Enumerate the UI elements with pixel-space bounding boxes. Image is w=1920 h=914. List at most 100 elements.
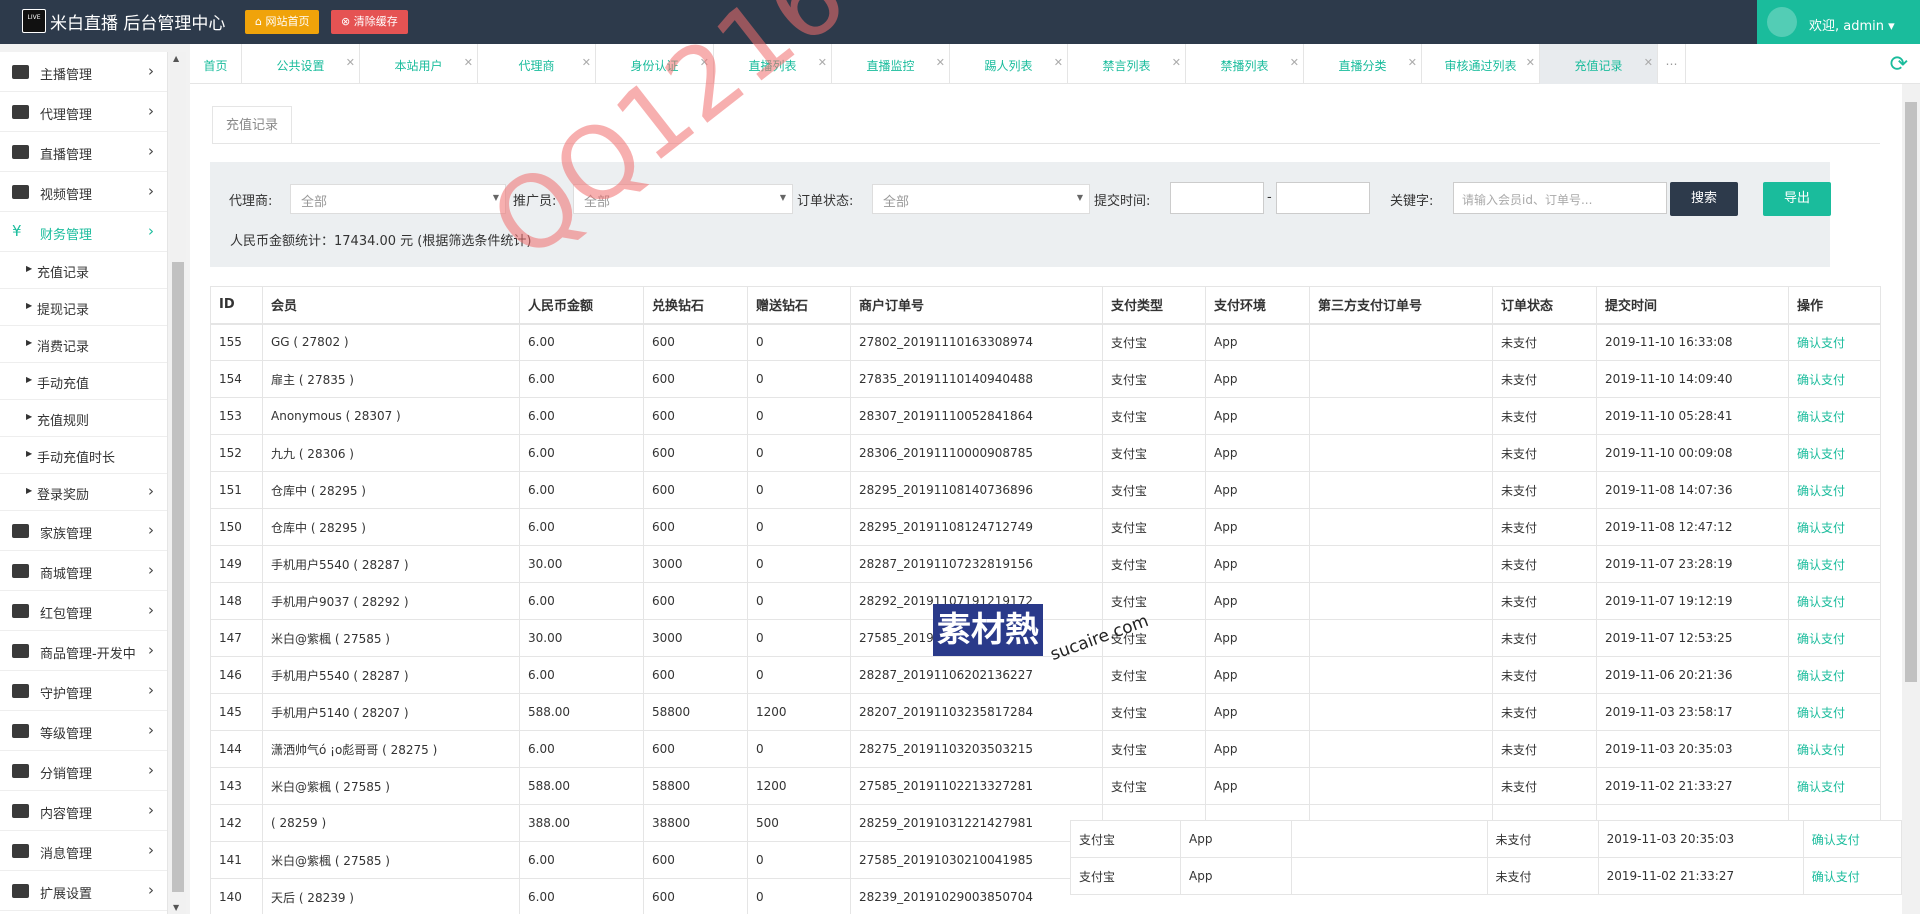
sidebar-subitem-recharge-rules[interactable]: ▶ 充值规则	[0, 400, 167, 437]
scroll-down-icon[interactable]: ▼	[173, 903, 179, 912]
sidebar-item-extend[interactable]: 扩展设置 ›	[0, 871, 167, 911]
close-icon[interactable]: ✕	[700, 56, 709, 69]
close-icon[interactable]: ✕	[1172, 56, 1181, 69]
sidebar-subitem-label: 手动充值时长	[37, 451, 116, 466]
confirm-payment-link[interactable]: 确认支付	[1788, 397, 1881, 435]
sidebar-item-family[interactable]: 家族管理 ›	[0, 511, 167, 551]
sidebar-item-goods[interactable]: 商品管理-开发中 ›	[0, 631, 167, 671]
sidebar-item-message[interactable]: 消息管理 ›	[0, 831, 167, 871]
tab-live-monitor[interactable]: 直播监控 ✕	[832, 44, 950, 84]
inner-tab-recharge-record[interactable]: 充值记录	[212, 106, 292, 144]
close-icon[interactable]: ✕	[1408, 56, 1417, 69]
keyword-input[interactable]: 请输入会员id、订单号...	[1453, 182, 1667, 214]
search-button[interactable]: 搜索	[1670, 182, 1738, 216]
promoter-select[interactable]: 全部 ▼	[573, 184, 793, 214]
sidebar-item-redpacket[interactable]: 红包管理 ›	[0, 591, 167, 631]
sidebar-item-finance[interactable]: ¥ 财务管理 ›	[0, 212, 167, 252]
table-cell: 未支付	[1492, 693, 1597, 731]
close-icon[interactable]: ✕	[818, 56, 827, 69]
tab-mute-list[interactable]: 禁言列表 ✕	[1068, 44, 1186, 84]
end-date-input[interactable]	[1276, 182, 1370, 214]
table-cell: 2019-11-03 20:35:03	[1596, 730, 1789, 768]
confirm-payment-link[interactable]: 确认支付	[1802, 820, 1903, 858]
tab-kick-list[interactable]: 踢人列表 ✕	[950, 44, 1068, 84]
close-icon[interactable]: ✕	[346, 56, 355, 69]
close-icon[interactable]: ✕	[936, 56, 945, 69]
table-cell: 手机用户5540 ( 28287 )	[262, 545, 520, 583]
export-button[interactable]: 导出	[1763, 182, 1831, 216]
close-icon[interactable]: ✕	[1644, 56, 1653, 69]
close-icon[interactable]: ✕	[1290, 56, 1299, 69]
confirm-payment-link[interactable]: 确认支付	[1788, 656, 1881, 694]
tab-live-list[interactable]: 直播列表 ✕	[714, 44, 832, 84]
confirm-payment-link[interactable]: 确认支付	[1788, 693, 1881, 731]
table-cell: 588.00	[519, 767, 644, 805]
confirm-payment-link[interactable]: 确认支付	[1788, 619, 1881, 657]
confirm-payment-link[interactable]: 确认支付	[1788, 582, 1881, 620]
table-cell: 154	[210, 360, 263, 398]
home-button[interactable]: ⌂ 网站首页	[245, 10, 320, 34]
tab-live-category[interactable]: 直播分类 ✕	[1304, 44, 1422, 84]
sidebar-item-guard[interactable]: 守护管理 ›	[0, 671, 167, 711]
agent-select[interactable]: 全部 ▼	[290, 184, 506, 214]
scroll-up-icon[interactable]: ▲	[173, 54, 179, 63]
close-icon[interactable]: ✕	[582, 56, 591, 69]
sidebar-item-content[interactable]: 内容管理 ›	[0, 791, 167, 831]
sitemap-icon	[12, 764, 29, 778]
confirm-payment-link[interactable]: 确认支付	[1788, 471, 1881, 509]
confirm-payment-link[interactable]: 确认支付	[1788, 545, 1881, 583]
sidebar-scrollbar[interactable]: ▲ ▼	[170, 52, 186, 914]
confirm-payment-link[interactable]: 确认支付	[1788, 360, 1881, 398]
scrollbar-thumb[interactable]	[1905, 102, 1917, 682]
confirm-payment-link[interactable]: 确认支付	[1788, 730, 1881, 768]
clear-cache-button[interactable]: ⊗ 清除缓存	[331, 10, 408, 34]
tab-approved-list[interactable]: 审核通过列表 ✕	[1422, 44, 1540, 84]
table-cell: 未支付	[1492, 434, 1597, 472]
tab-home[interactable]: 首页	[190, 44, 242, 84]
table-cell: 0	[747, 323, 851, 361]
start-date-input[interactable]	[1170, 182, 1264, 214]
confirm-payment-link[interactable]: 确认支付	[1802, 857, 1903, 895]
sidebar-subitem-consume-record[interactable]: ▶ 消费记录	[0, 326, 167, 363]
sidebar-item-distribution[interactable]: 分销管理 ›	[0, 751, 167, 791]
refresh-icon[interactable]: ⟳	[1890, 52, 1908, 77]
user-menu[interactable]: 欢迎, admin ▾	[1757, 0, 1920, 44]
tab-public-settings[interactable]: 公共设置 ✕	[242, 44, 360, 84]
table-cell: 2019-11-06 20:21:36	[1596, 656, 1789, 694]
sidebar-item-live[interactable]: 直播管理 ›	[0, 132, 167, 172]
tab-site-users[interactable]: 本站用户 ✕	[360, 44, 478, 84]
confirm-payment-link[interactable]: 确认支付	[1788, 323, 1881, 361]
scrollbar-thumb[interactable]	[172, 262, 184, 892]
sidebar-subitem-withdraw-record[interactable]: ▶ 提现记录	[0, 289, 167, 326]
tab-ban-list[interactable]: 禁播列表 ✕	[1186, 44, 1304, 84]
table-row: 143 米白@紫楓 ( 27585 ) 588.00 58800 1200 27585_2…	[210, 767, 1881, 805]
sidebar-subitem-manual-duration[interactable]: ▶ 手动充值时长	[0, 437, 167, 474]
tab-agent[interactable]: 代理商 ✕	[478, 44, 596, 84]
content-scrollbar[interactable]	[1902, 84, 1920, 914]
sidebar-subitem-manual-recharge[interactable]: ▶ 手动充值	[0, 363, 167, 400]
close-icon[interactable]: ✕	[1526, 56, 1535, 69]
tab-identity[interactable]: 身份认证 ✕	[596, 44, 714, 84]
table-row: 149 手机用户5540 ( 28287 ) 30.00 3000 0 28287_201…	[210, 545, 1881, 583]
sidebar-item-shop[interactable]: 商城管理 ›	[0, 551, 167, 591]
confirm-payment-link[interactable]: 确认支付	[1788, 508, 1881, 546]
sidebar-item-agent[interactable]: 代理管理 ›	[0, 92, 167, 132]
order-status-select[interactable]: 全部 ▼	[872, 184, 1090, 214]
chevron-right-icon: ›	[148, 222, 154, 240]
tab-recharge-record[interactable]: 充值记录 ✕	[1540, 44, 1658, 84]
confirm-payment-link[interactable]: 确认支付	[1788, 767, 1881, 805]
tab-more[interactable]: ⋯	[1658, 44, 1686, 84]
sidebar-subitem-recharge-record[interactable]: ▶ 充值记录	[0, 252, 167, 289]
sidebar-item-anchor[interactable]: 主播管理 ›	[0, 52, 167, 92]
table-cell: 30.00	[519, 545, 644, 583]
sidebar-item-level[interactable]: 等级管理 ›	[0, 711, 167, 751]
table-cell: 600	[643, 434, 748, 472]
sidebar-subitem-login-reward[interactable]: ▶ 登录奖励 ›	[0, 474, 167, 511]
table-cell: 0	[747, 545, 851, 583]
close-icon[interactable]: ✕	[1054, 56, 1063, 69]
close-icon[interactable]: ✕	[464, 56, 473, 69]
sidebar-item-video[interactable]: 视频管理 ›	[0, 172, 167, 212]
confirm-payment-link[interactable]: 确认支付	[1788, 434, 1881, 472]
table-cell: 28295_20191108140736896	[850, 471, 1103, 509]
table-cell: 141	[210, 841, 263, 879]
